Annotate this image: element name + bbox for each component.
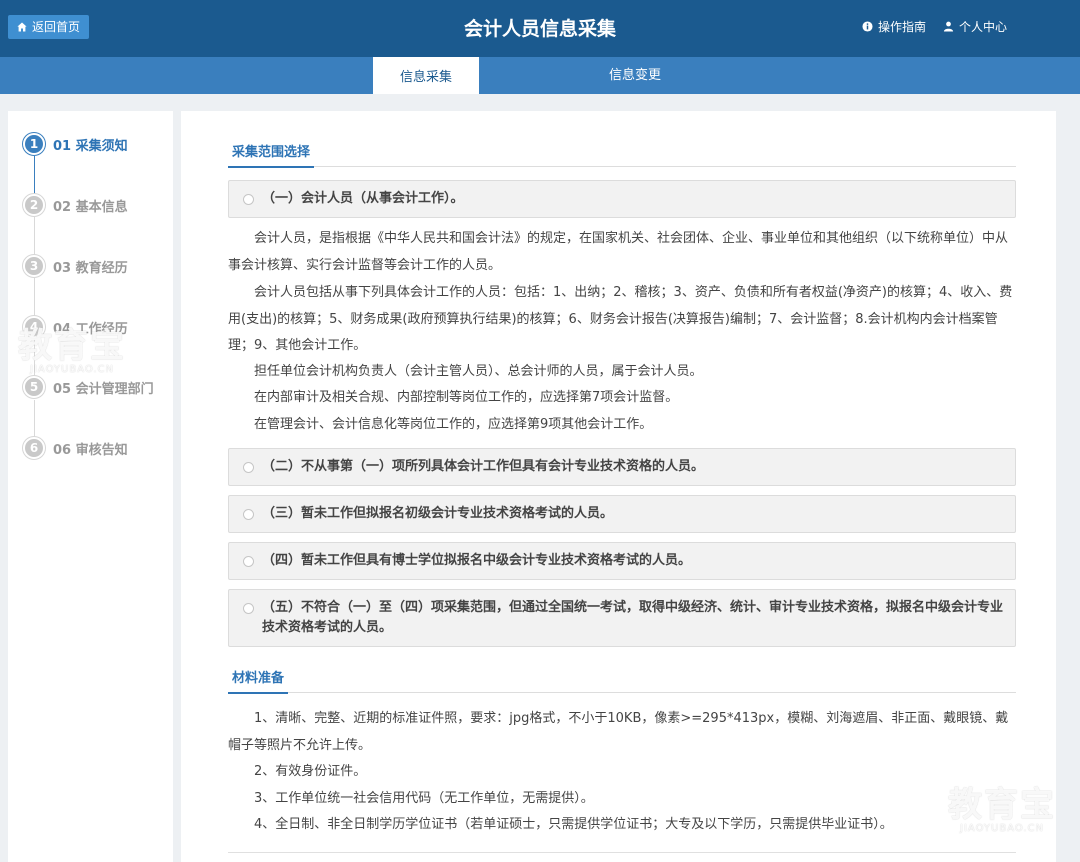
guide-link[interactable]: 操作指南 — [862, 18, 926, 35]
option-label: （二）不从事第（一）项所列具体会计工作但具有会计专业技术资格的人员。 — [262, 459, 705, 474]
tab-info-change[interactable]: 信息变更 — [582, 57, 688, 94]
step-navigation: 1 01 采集须知 2 02 基本信息 3 03 教育经历 4 04 工作经历 … — [8, 111, 173, 862]
step-number: 2 — [23, 194, 45, 216]
step-label: 05 会计管理部门 — [53, 381, 154, 397]
scope-option-5[interactable]: （五）不符合（一）至（四）项采集范围，但通过全国统一考试，取得中级经济、统计、审… — [228, 589, 1016, 647]
back-home-button[interactable]: 返回首页 — [8, 15, 90, 39]
step-work-experience[interactable]: 4 04 工作经历 — [23, 316, 128, 338]
back-home-label: 返回首页 — [32, 20, 81, 34]
material-item: 2、有效身份证件。 — [254, 764, 367, 779]
option-label: （四）暂未工作但具有博士学位拟报名中级会计专业技术资格考试的人员。 — [262, 553, 692, 568]
scope-option-4[interactable]: （四）暂未工作但具有博士学位拟报名中级会计专业技术资格考试的人员。 — [228, 542, 1016, 580]
step-number: 6 — [23, 437, 45, 459]
scope-paragraph: 担任单位会计机构负责人（会计主管人员）、总会计师的人员，属于会计人员。 — [254, 364, 703, 379]
step-number: 5 — [23, 376, 45, 398]
step-label: 02 基本信息 — [53, 199, 128, 215]
option-label: （一）会计人员（从事会计工作）。 — [262, 191, 464, 206]
main-content: 采集范围选择 （一）会计人员（从事会计工作）。 会计人员，是指根据《中华人民共和… — [181, 111, 1056, 862]
scope-paragraph: 会计人员包括从事下列具体会计工作的人员：包括：1、出纳；2、稽核；3、资产、负债… — [228, 285, 1013, 353]
scope-heading: 采集范围选择 — [228, 142, 315, 168]
home-icon — [17, 22, 27, 32]
materials-heading: 材料准备 — [228, 668, 289, 694]
scope-paragraph: 会计人员，是指根据《中华人民共和国会计法》的规定，在国家机关、社会团体、企业、事… — [228, 231, 1009, 273]
step-basic-info[interactable]: 2 02 基本信息 — [23, 194, 128, 216]
material-item: 4、全日制、非全日制学历学位证书（若单证硕士，只需提供学位证书；大专及以下学历，… — [254, 817, 893, 832]
step-number: 4 — [23, 316, 45, 338]
radio-button[interactable] — [243, 603, 254, 614]
guide-label: 操作指南 — [878, 20, 927, 34]
step-label: 04 工作经历 — [53, 321, 128, 337]
step-number: 3 — [23, 255, 45, 277]
radio-button[interactable] — [243, 462, 254, 473]
info-icon — [862, 21, 873, 32]
step-review-notice[interactable]: 6 06 审核告知 — [23, 437, 128, 459]
user-center-link[interactable]: 个人中心 — [943, 18, 1007, 35]
scope-section-header: 采集范围选择 — [228, 141, 1016, 168]
scope-option-3[interactable]: （三）暂未工作但拟报名初级会计专业技术资格考试的人员。 — [228, 495, 1016, 533]
material-item: 1、清晰、完整、近期的标准证件照，要求：jpg格式，不小于10KB，像素>=29… — [228, 711, 1009, 753]
radio-button[interactable] — [243, 556, 254, 567]
materials-section-header: 材料准备 — [228, 667, 1016, 694]
step-connector — [34, 278, 35, 317]
radio-button[interactable] — [243, 509, 254, 520]
step-accounting-dept[interactable]: 5 05 会计管理部门 — [23, 376, 154, 398]
step-label: 03 教育经历 — [53, 260, 128, 276]
scope-option-2[interactable]: （二）不从事第（一）项所列具体会计工作但具有会计专业技术资格的人员。 — [228, 448, 1016, 486]
step-connector — [34, 217, 35, 256]
step-connector — [34, 339, 35, 378]
tab-info-collection[interactable]: 信息采集 — [373, 57, 479, 94]
tab-bar: 信息采集 信息变更 — [0, 57, 1080, 94]
step-label: 06 审核告知 — [53, 442, 128, 458]
scope-option-1[interactable]: （一）会计人员（从事会计工作）。 — [228, 180, 1016, 218]
user-icon — [943, 21, 954, 32]
step-connector — [34, 156, 35, 195]
user-center-label: 个人中心 — [959, 20, 1008, 34]
step-connector — [34, 400, 35, 439]
material-item: 3、工作单位统一社会信用代码（无工作单位，无需提供）。 — [254, 791, 594, 806]
step-label: 01 采集须知 — [53, 138, 128, 154]
scope-paragraph: 在管理会计、会计信息化等岗位工作的，应选择第9项其他会计工作。 — [254, 417, 653, 432]
radio-button[interactable] — [243, 194, 254, 205]
top-header: 返回首页 会计人员信息采集 操作指南 个人中心 — [0, 0, 1080, 57]
step-number: 1 — [23, 133, 45, 155]
step-education[interactable]: 3 03 教育经历 — [23, 255, 128, 277]
option-label: （三）暂未工作但拟报名初级会计专业技术资格考试的人员。 — [262, 506, 614, 521]
scope-paragraph: 在内部审计及相关合规、内部控制等岗位工作的，应选择第7项会计监督。 — [254, 390, 679, 405]
divider — [228, 852, 1016, 853]
option-label: （五）不符合（一）至（四）项采集范围，但通过全国统一考试，取得中级经济、统计、审… — [262, 600, 1004, 635]
step-collection-notice[interactable]: 1 01 采集须知 — [23, 133, 128, 155]
